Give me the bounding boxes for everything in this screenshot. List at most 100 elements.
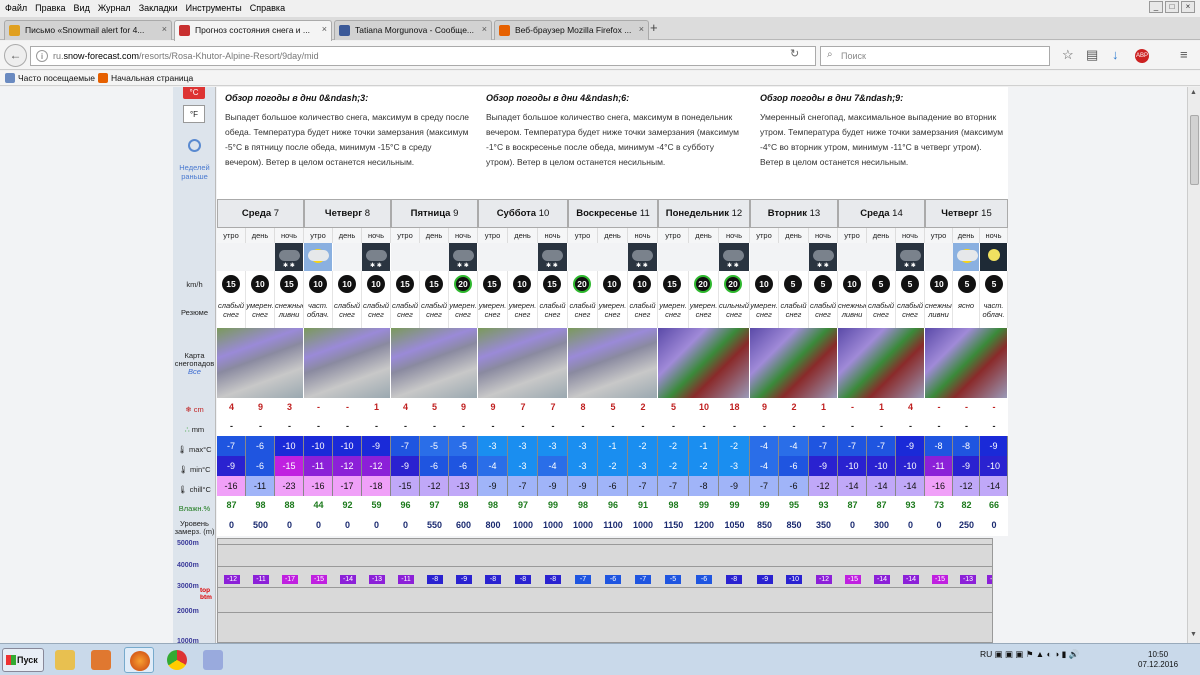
map-all-link[interactable]: Все (188, 367, 201, 376)
language-indicator[interactable]: RU (980, 649, 992, 659)
paint-app[interactable] (198, 647, 228, 673)
start-button[interactable]: Пуск (2, 648, 44, 672)
min-temp-cell: -4 (538, 456, 568, 476)
map-label: Карта снегопадов Все (173, 352, 216, 376)
snowfall-map[interactable] (658, 328, 750, 398)
tab[interactable]: Письмо «Snowmail alert for 4... × (4, 20, 172, 40)
close-icon[interactable]: × (1181, 1, 1195, 13)
tab-close-icon[interactable]: × (322, 24, 327, 34)
clock-time: 10:50 (1148, 650, 1169, 659)
menu-item[interactable]: Журнал (94, 0, 135, 13)
chrome-app[interactable] (162, 647, 192, 673)
max-temp-cell: -1 (689, 436, 719, 456)
media-app[interactable] (86, 647, 116, 673)
tab-close-icon[interactable]: × (639, 24, 644, 34)
search-icon: ⌕ (827, 49, 833, 60)
menu-item[interactable]: Справка (246, 0, 289, 13)
snowfall-map[interactable] (925, 328, 1008, 398)
menu-icon[interactable]: ≡ (1180, 47, 1188, 62)
taskbar-clock[interactable]: 10:50 07.12.2016 (1138, 650, 1178, 670)
new-tab-icon[interactable]: + (650, 20, 658, 35)
bookmark-item[interactable]: Начальная страница (98, 73, 193, 83)
snowfall-map[interactable] (838, 328, 925, 398)
info-icon[interactable]: i (36, 50, 48, 62)
snowfall-map[interactable] (478, 328, 568, 398)
clock-icon[interactable] (188, 139, 201, 152)
firefox-app[interactable] (124, 647, 154, 673)
altitude-gridline (218, 566, 992, 567)
menu-item[interactable]: Инструменты (182, 0, 246, 13)
tab[interactable]: Tatiana Morgunova - Сообще... × (334, 20, 492, 40)
weather-night-icon: ✱ ✱ (275, 243, 304, 271)
wind-arrow-icon: 15 (543, 275, 561, 293)
altitude-gridline (218, 612, 992, 613)
tab-title: Веб-браузер Mozilla Firefox ... (515, 25, 632, 35)
snowfall-map[interactable] (217, 328, 304, 398)
explorer-app[interactable] (50, 647, 80, 673)
time-of-day: ночь (538, 228, 568, 243)
fahrenheit-toggle[interactable]: °F (183, 105, 205, 123)
rain-cell: - (246, 417, 275, 436)
reload-icon[interactable]: ↻ (790, 47, 799, 60)
navigation-bar: ← i ru.snow-forecast.com/resorts/Rosa-Kh… (0, 41, 1200, 70)
tab-close-icon[interactable]: × (162, 24, 167, 34)
minimize-icon[interactable]: _ (1149, 1, 1163, 13)
cloud-icon (632, 250, 653, 261)
time-of-day: утро (217, 228, 246, 243)
menu-item[interactable]: Правка (31, 0, 69, 13)
scroll-up-icon[interactable]: ▲ (1190, 89, 1197, 96)
wind-cell: 10 (304, 271, 333, 298)
rain-cell: - (658, 417, 689, 436)
adblock-icon[interactable]: ABP (1135, 49, 1149, 63)
snowfall-map[interactable] (568, 328, 658, 398)
min-temp-cell: -2 (689, 456, 719, 476)
wind-cell: 15 (217, 271, 246, 298)
scroll-down-icon[interactable]: ▼ (1190, 631, 1197, 638)
freezing-flag: -17 (282, 575, 298, 584)
download-icon[interactable]: ↓ (1112, 47, 1119, 62)
freezing-level-cell: 0 (896, 515, 925, 536)
humidity-cell: 97 (420, 496, 449, 515)
snowfall-map[interactable] (391, 328, 478, 398)
snow-cell: 2 (628, 398, 658, 417)
wind-cell: 5 (980, 271, 1008, 298)
rain-cell: - (750, 417, 779, 436)
min-temp-cell: -9 (809, 456, 838, 476)
menu-item[interactable]: Вид (70, 0, 94, 13)
humidity-cell: 44 (304, 496, 333, 515)
wind-arrow-icon: 15 (222, 275, 240, 293)
menu-item[interactable]: Закладки (135, 0, 182, 13)
max-temp-cell: -7 (217, 436, 246, 456)
summary-cell: слабый снег (779, 298, 809, 328)
window-controls: _ □ × (1149, 1, 1195, 13)
snowfall-map[interactable] (304, 328, 391, 398)
tab[interactable]: Веб-браузер Mozilla Firefox ... × (494, 20, 649, 40)
snowfall-map[interactable] (750, 328, 838, 398)
vertical-scrollbar[interactable]: ▲ ▼ (1187, 87, 1200, 643)
reading-list-icon[interactable]: ▤ (1086, 47, 1098, 63)
freezing-level-cell: 800 (478, 515, 508, 536)
snow-cell: 5 (420, 398, 449, 417)
week-earlier-link[interactable]: Неделей раньше (173, 163, 216, 181)
bookmark-item[interactable]: Часто посещаемые (5, 73, 95, 83)
menu-item[interactable]: Файл (0, 0, 31, 13)
back-button[interactable]: ← (4, 44, 27, 67)
freezing-flag: -12 (224, 575, 240, 584)
snowflakes-icon: ✱ ✱ (636, 263, 648, 269)
wind-cell: 15 (658, 271, 689, 298)
weather-night-icon: ✱ ✱ (362, 243, 391, 271)
url-bar[interactable]: i ru.snow-forecast.com/resorts/Rosa-Khut… (30, 46, 816, 66)
min-temp-cell: -6 (449, 456, 478, 476)
tab[interactable]: Прогноз состояния снега и ... × (174, 20, 332, 41)
min-temp-cell: -12 (362, 456, 391, 476)
bookmark-star-icon[interactable]: ☆ (1062, 47, 1074, 63)
search-input[interactable]: ⌕ Поиск (820, 46, 1050, 66)
celsius-toggle[interactable]: °C (183, 87, 205, 99)
tab-close-icon[interactable]: × (482, 24, 487, 34)
day-header: Четверг 15 (925, 199, 1008, 228)
wind-arrow-icon: 10 (930, 275, 948, 293)
maximize-icon[interactable]: □ (1165, 1, 1179, 13)
wind-cell: 10 (838, 271, 867, 298)
scroll-thumb[interactable] (1190, 115, 1199, 185)
humidity-label: Влажн.% (178, 504, 211, 513)
